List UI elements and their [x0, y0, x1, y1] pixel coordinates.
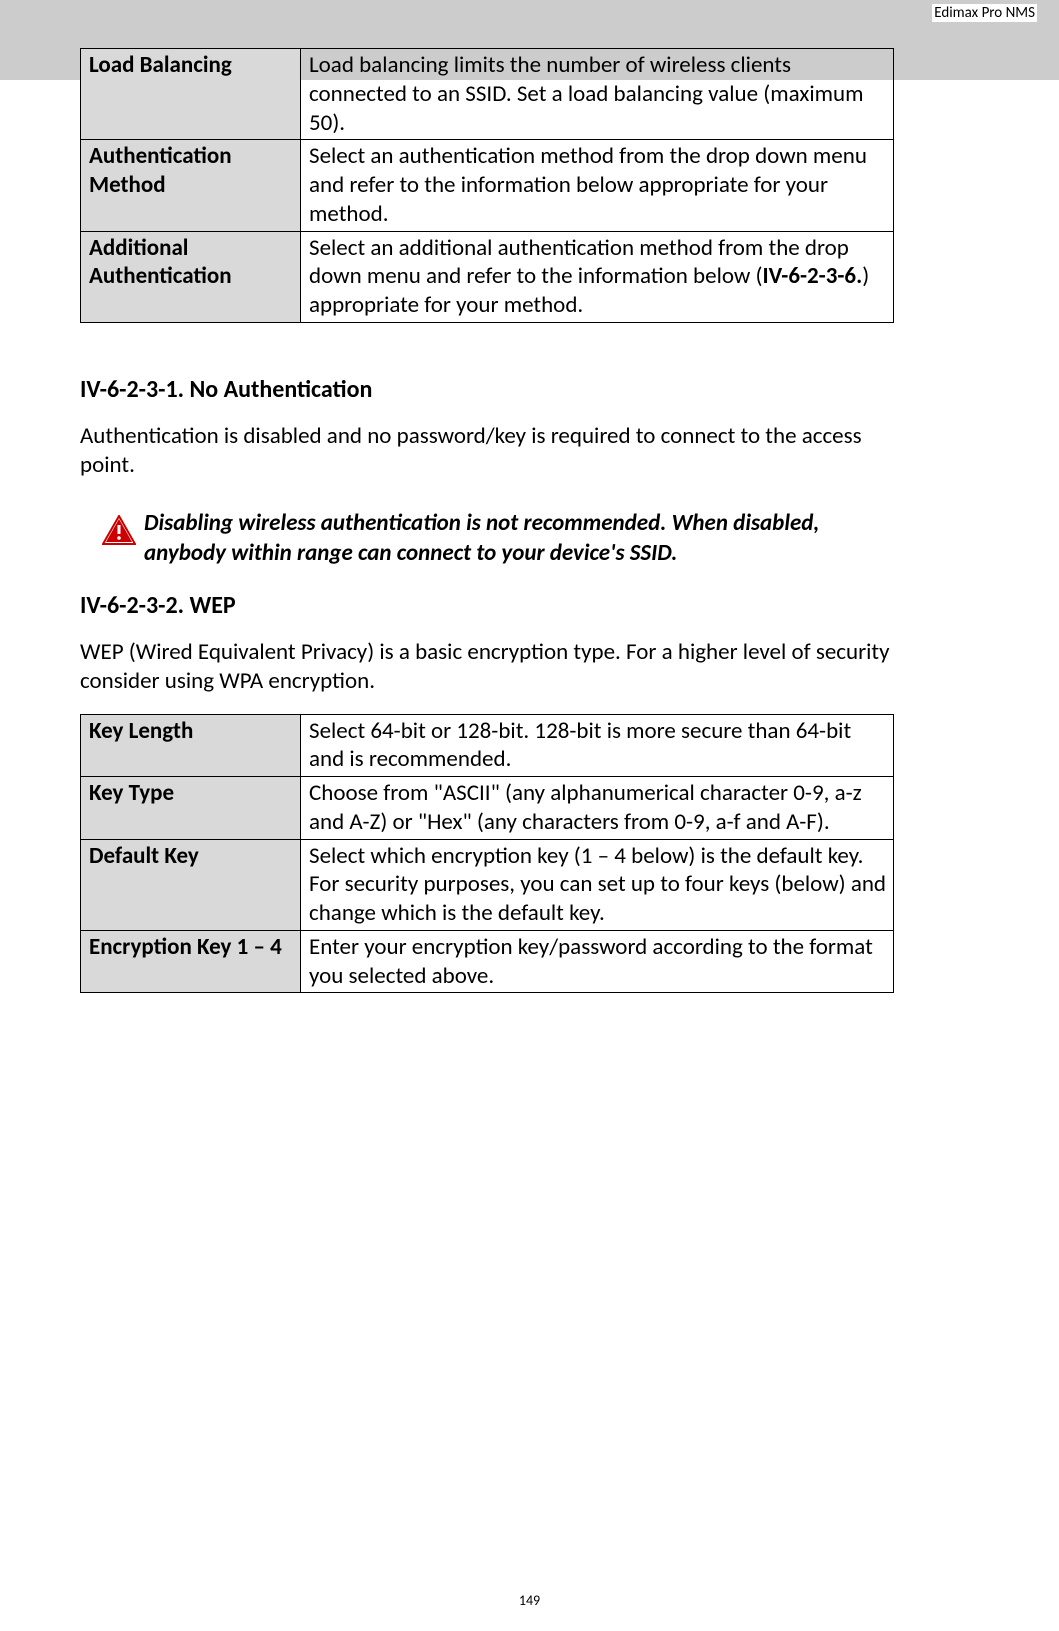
table-cell-label: Encryption Key 1 – 4 [81, 930, 301, 993]
warning-text: Disabling wireless authentication is not… [144, 509, 894, 569]
table-cell-desc: Select an authentication method from the… [301, 140, 894, 231]
table-cell-desc: Select an additional authentication meth… [301, 231, 894, 322]
desc-text-bold: IV-6-2-3-6. [763, 262, 863, 290]
table-row: Default Key Select which encryption key … [81, 839, 894, 930]
table-cell-desc: Enter your encryption key/password accor… [301, 930, 894, 993]
table-cell-label: Authentication Method [81, 140, 301, 231]
warning-block: Disabling wireless authentication is not… [102, 509, 894, 569]
table-cell-desc: Load balancing limits the number of wire… [301, 49, 894, 140]
warning-triangle-icon [102, 515, 136, 545]
table-row: Key Type Choose from "ASCII" (any alphan… [81, 777, 894, 840]
table-cell-desc: Select 64-bit or 128-bit. 128-bit is mor… [301, 714, 894, 777]
definitions-table-2: Key Length Select 64-bit or 128-bit. 128… [80, 714, 894, 994]
paragraph-wep: WEP (Wired Equivalent Privacy) is a basi… [80, 638, 894, 696]
section-heading-wep: IV-6-2-3-2. WEP [80, 591, 894, 620]
table-row: Load Balancing Load balancing limits the… [81, 49, 894, 140]
page-content: Load Balancing Load balancing limits the… [80, 48, 894, 1546]
table-cell-label: Default Key [81, 839, 301, 930]
section-heading-no-auth: IV-6-2-3-1. No Authentication [80, 375, 894, 404]
paragraph-no-auth: Authentication is disabled and no passwo… [80, 422, 894, 480]
table-cell-label: Load Balancing [81, 49, 301, 140]
table-cell-label: Key Length [81, 714, 301, 777]
page-number: 149 [0, 1592, 1059, 1609]
table-row: Encryption Key 1 – 4 Enter your encrypti… [81, 930, 894, 993]
table-row: Authentication Method Select an authenti… [81, 140, 894, 231]
table-cell-label: Additional Authentication [81, 231, 301, 322]
table-cell-desc: Select which encryption key (1 – 4 below… [301, 839, 894, 930]
definitions-table-1: Load Balancing Load balancing limits the… [80, 48, 894, 323]
page-margin-left-gray [0, 0, 80, 80]
table-cell-label: Key Type [81, 777, 301, 840]
table-row: Key Length Select 64-bit or 128-bit. 128… [81, 714, 894, 777]
page-header-product: Edimax Pro NMS [932, 4, 1037, 22]
table-row: Additional Authentication Select an addi… [81, 231, 894, 322]
table-cell-desc: Choose from "ASCII" (any alphanumerical … [301, 777, 894, 840]
